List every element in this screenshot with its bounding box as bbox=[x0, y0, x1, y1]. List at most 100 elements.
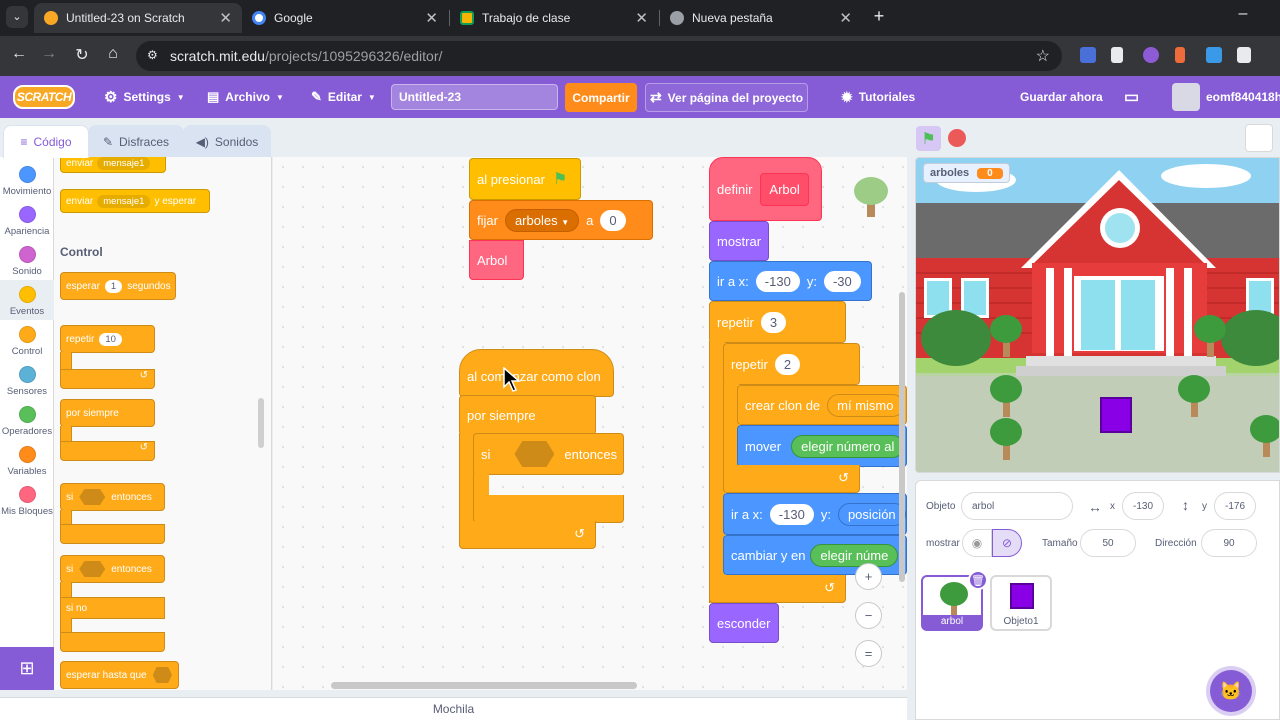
category-motion[interactable]: Movimiento bbox=[0, 160, 54, 200]
wait-seconds-input[interactable]: 1 bbox=[104, 279, 123, 293]
when-flag-clicked-block[interactable]: al presionar ⚑ bbox=[469, 158, 581, 200]
go-to-xy-block[interactable]: ir a x: -130 y: -30 bbox=[709, 261, 872, 301]
repeat-count-input[interactable]: 10 bbox=[99, 332, 122, 346]
x-input[interactable]: -130 bbox=[1122, 492, 1164, 520]
edit-menu[interactable]: ✎ Editar ▼ bbox=[311, 76, 376, 118]
stage[interactable]: arboles 0 bbox=[915, 157, 1280, 473]
stage-tree-sprite[interactable] bbox=[1192, 313, 1228, 357]
translate-extension-icon[interactable] bbox=[1080, 47, 1096, 63]
y-input[interactable]: -176 bbox=[1214, 492, 1256, 520]
palette-scrollbar[interactable] bbox=[258, 398, 264, 448]
x-input[interactable]: -130 bbox=[755, 270, 800, 292]
clone-target-dropdown[interactable]: mí mismo bbox=[827, 393, 904, 417]
browser-tab-classroom[interactable]: Trabajo de clase ✕ bbox=[450, 3, 658, 33]
reload-icon[interactable]: ↻ bbox=[71, 45, 93, 65]
condition-slot[interactable] bbox=[152, 667, 172, 683]
x-input[interactable]: -130 bbox=[769, 503, 814, 525]
palette-repeat-block[interactable]: repetir 10 bbox=[60, 325, 155, 353]
share-button[interactable]: Compartir bbox=[565, 83, 637, 112]
create-clone-block[interactable]: crear clon de mí mismo bbox=[737, 385, 907, 425]
username[interactable]: eomf840418hm bbox=[1206, 76, 1280, 118]
sprite-card-objeto1[interactable]: Objeto1 bbox=[990, 575, 1052, 631]
tab-code[interactable]: ≡ Código bbox=[3, 125, 89, 158]
message-dropdown[interactable]: mensaje1 bbox=[97, 157, 151, 170]
bookmark-star-icon[interactable]: ☆ bbox=[1036, 46, 1050, 66]
project-title-input[interactable]: Untitled-23 bbox=[391, 84, 558, 110]
workspace-horizontal-scrollbar[interactable] bbox=[331, 682, 637, 689]
forever-block[interactable]: por siempre bbox=[459, 395, 596, 435]
y-position-reporter[interactable]: posición bbox=[837, 502, 906, 526]
browser-tab-new[interactable]: Nueva pestaña ✕ bbox=[660, 3, 862, 33]
variable-dropdown[interactable]: arboles ▼ bbox=[504, 208, 580, 232]
stop-button[interactable] bbox=[948, 129, 966, 147]
category-my-blocks[interactable]: Mis Bloques bbox=[0, 480, 54, 520]
close-tab-icon[interactable]: ✕ bbox=[839, 9, 852, 27]
set-variable-block[interactable]: fijar arboles ▼ a 0 bbox=[469, 200, 653, 240]
define-arbol-block[interactable]: definir Arbol bbox=[709, 157, 822, 221]
when-start-as-clone-block[interactable]: al comenzar como clon bbox=[459, 349, 614, 397]
category-variables[interactable]: Variables bbox=[0, 440, 54, 480]
move-block[interactable]: mover elegir número al bbox=[737, 425, 907, 467]
file-menu[interactable]: ▤ Archivo ▼ bbox=[207, 76, 284, 118]
stage-tree-sprite[interactable] bbox=[1248, 413, 1279, 457]
zoom-in-button[interactable]: + bbox=[855, 563, 882, 590]
tab-costumes[interactable]: ✎ Disfraces bbox=[88, 125, 184, 158]
delete-sprite-button[interactable]: 🗑 bbox=[968, 570, 988, 590]
my-stuff-folder-icon[interactable]: ▭ bbox=[1124, 76, 1139, 118]
stage-tree-sprite[interactable] bbox=[1176, 373, 1212, 417]
palette-if-else-block[interactable]: si entonces bbox=[60, 555, 165, 583]
y-input[interactable]: -30 bbox=[823, 270, 861, 292]
stage-tree-sprite[interactable] bbox=[988, 416, 1024, 460]
repeat-2-block[interactable]: repetir 2 bbox=[723, 343, 860, 385]
condition-slot[interactable] bbox=[514, 441, 555, 467]
if-then-block[interactable]: si entonces bbox=[473, 433, 624, 475]
set-value-input[interactable]: 0 bbox=[600, 209, 626, 231]
category-control[interactable]: Control bbox=[0, 320, 54, 360]
close-tab-icon[interactable]: ✕ bbox=[635, 9, 648, 27]
zoom-out-button[interactable]: − bbox=[855, 602, 882, 629]
tab-sounds[interactable]: ◀) Sonidos bbox=[183, 125, 271, 158]
palette-wait-until-block[interactable]: esperar hasta que bbox=[60, 661, 179, 689]
show-visible-toggle[interactable]: ◉ bbox=[962, 529, 992, 557]
reader-extension-icon[interactable] bbox=[1111, 47, 1123, 63]
palette-forever-block[interactable]: por siempre bbox=[60, 399, 155, 427]
backpack-bar[interactable]: Mochila bbox=[0, 697, 907, 720]
repeat-3-block[interactable]: repetir 3 bbox=[709, 301, 846, 343]
browser-tab-scratch[interactable]: Untitled-23 on Scratch ✕ bbox=[34, 3, 242, 33]
drop-extension-icon[interactable] bbox=[1143, 47, 1159, 63]
add-sprite-button[interactable]: 🐱 bbox=[1210, 670, 1252, 712]
minimize-window-icon[interactable]: – bbox=[1232, 5, 1254, 23]
forward-icon[interactable]: → bbox=[38, 45, 60, 63]
repeat-count-input[interactable]: 3 bbox=[760, 311, 787, 333]
add-extension-button[interactable]: ⊞ bbox=[0, 647, 54, 690]
user-avatar[interactable] bbox=[1172, 83, 1200, 111]
category-events[interactable]: Eventos bbox=[0, 280, 54, 320]
new-tab-icon[interactable]: + bbox=[868, 6, 890, 27]
stage-tree-sprite[interactable] bbox=[988, 313, 1024, 357]
category-looks[interactable]: Apariencia bbox=[0, 200, 54, 240]
extensions-puzzle-icon[interactable] bbox=[1237, 47, 1251, 63]
repeat-count-input[interactable]: 2 bbox=[774, 353, 801, 375]
show-hidden-toggle[interactable]: ⊘ bbox=[992, 529, 1022, 557]
tab-search-icon[interactable]: ⌄ bbox=[6, 6, 28, 28]
stage-tree-sprite[interactable] bbox=[988, 373, 1024, 417]
address-bar[interactable]: ⚙ scratch.mit.edu/projects/1095296326/ed… bbox=[136, 41, 1062, 71]
back-icon[interactable]: ← bbox=[8, 45, 30, 63]
pick-random-reporter[interactable]: elegir núme bbox=[810, 543, 899, 567]
workspace-vertical-scrollbar[interactable] bbox=[899, 292, 905, 582]
stage-size-toggle-icon[interactable] bbox=[1245, 124, 1273, 152]
zoom-reset-button[interactable]: = bbox=[855, 640, 882, 667]
tutorials-button[interactable]: ✹ Tutoriales bbox=[841, 76, 915, 118]
category-sound[interactable]: Sonido bbox=[0, 240, 54, 280]
go-to-xy-block-2[interactable]: ir a x: -130 y: posición bbox=[723, 493, 907, 535]
hide-block[interactable]: esconder bbox=[709, 603, 779, 643]
message-dropdown[interactable]: mensaje1 bbox=[97, 194, 151, 208]
site-info-icon[interactable]: ⚙ bbox=[147, 48, 158, 62]
palette-broadcast-block[interactable]: enviar mensaje1 bbox=[60, 157, 166, 173]
show-block[interactable]: mostrar bbox=[709, 221, 769, 261]
browser-tab-google[interactable]: Google ✕ bbox=[242, 3, 448, 33]
close-tab-icon[interactable]: ✕ bbox=[425, 9, 438, 27]
category-operators[interactable]: Operadores bbox=[0, 400, 54, 440]
sprite-name-input[interactable]: arbol bbox=[961, 492, 1073, 520]
save-now-button[interactable]: Guardar ahora bbox=[1020, 76, 1103, 118]
